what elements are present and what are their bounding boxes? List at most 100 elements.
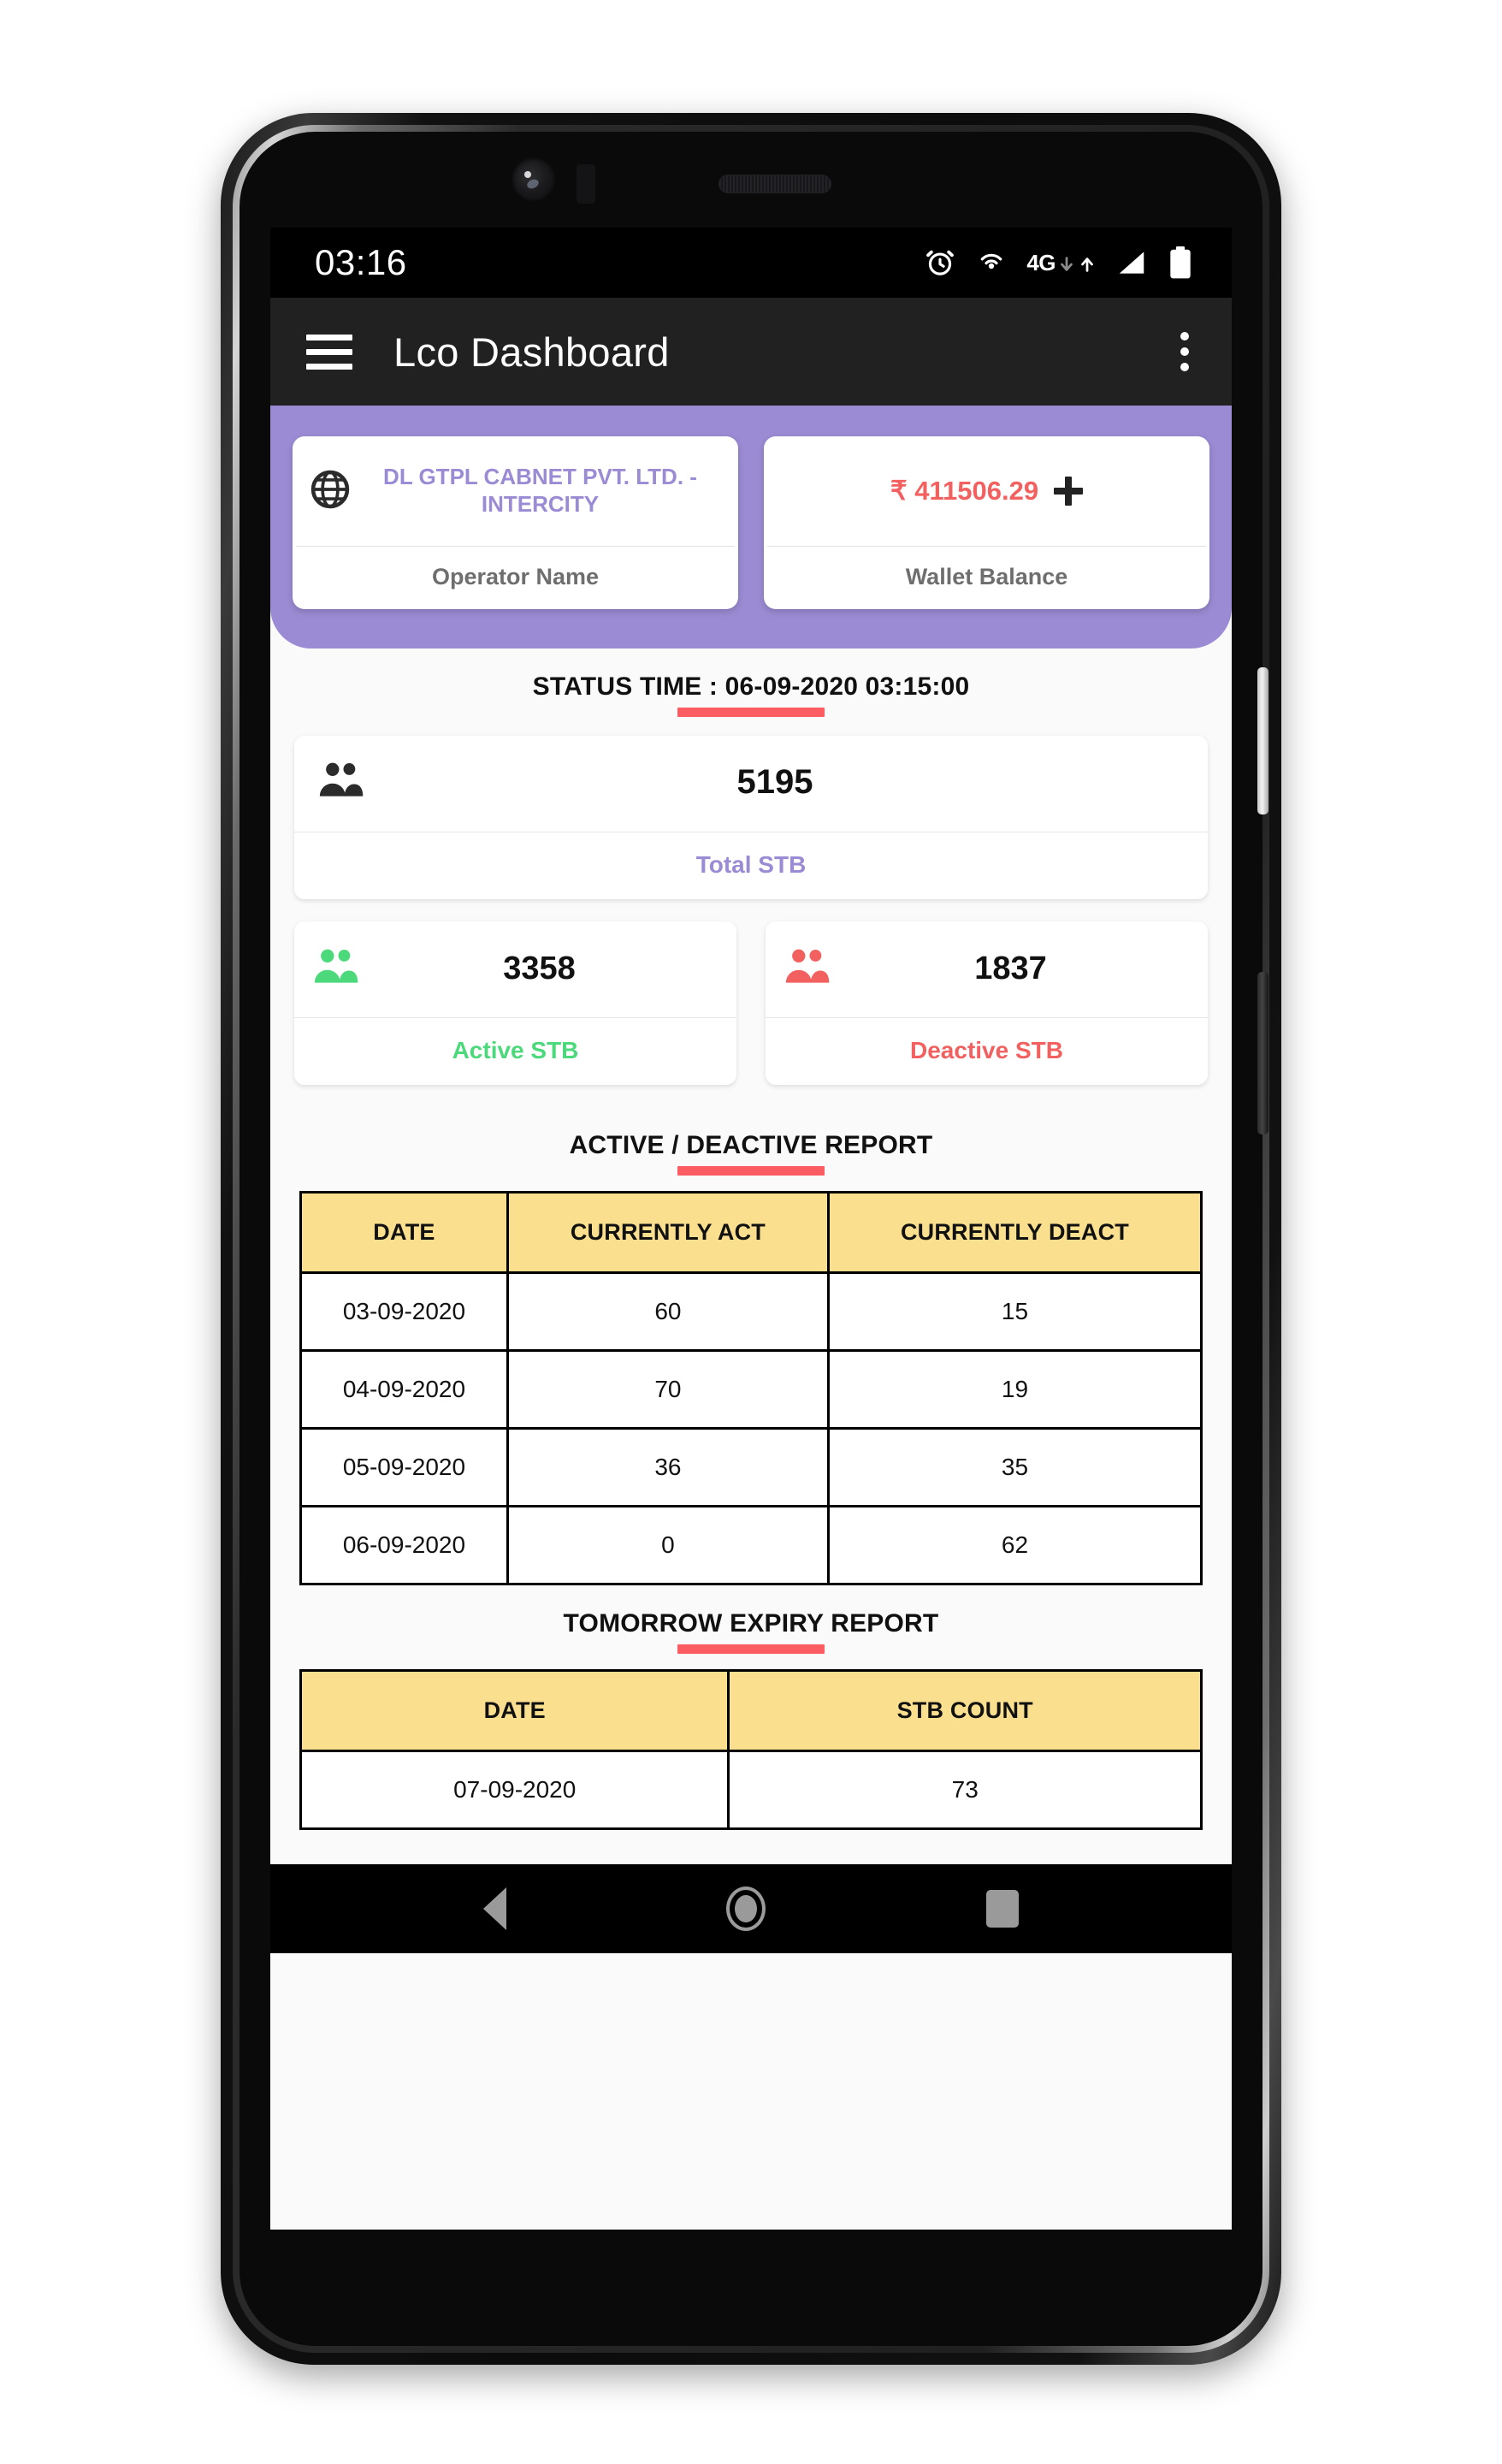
- stat-cards-row: 3358 Active STB 1837 Deactive STB: [294, 921, 1208, 1107]
- proximity-sensor-icon: [577, 164, 595, 204]
- recents-nav-icon[interactable]: [986, 1890, 1020, 1928]
- total-stb-value: 5195: [736, 762, 813, 801]
- screenshot-root: 03:16 4G Lco Dashboard DL GTPL CABNET PV…: [0, 0, 1502, 2464]
- hamburger-line: [306, 334, 352, 341]
- table-cell-act: 60: [506, 1271, 830, 1352]
- data-upload-icon: [1078, 255, 1097, 274]
- wallet-value-row: ₹ 411506.29: [779, 476, 1194, 506]
- table-cell-act: 0: [506, 1505, 830, 1585]
- camera-glint: [525, 177, 541, 191]
- people-icon: [313, 947, 361, 991]
- total-stb-card[interactable]: 5195 Total STB: [294, 736, 1208, 899]
- app-bar: Lco Dashboard: [270, 298, 1232, 406]
- active-stb-label: Active STB: [452, 1037, 579, 1063]
- column-header: STB COUNT: [727, 1669, 1203, 1752]
- tomorrow-expiry-report-heading: TOMORROW EXPIRY REPORT: [564, 1609, 939, 1654]
- tomorrow-expiry-report-title: TOMORROW EXPIRY REPORT: [563, 1609, 939, 1638]
- hotspot-icon: [975, 246, 1008, 279]
- network-4g-icon: 4G: [1026, 252, 1097, 274]
- table-row: 07-09-2020 73: [299, 1750, 1203, 1830]
- table-header-row: DATE STB COUNT: [299, 1669, 1203, 1752]
- network-type-label: 4G: [1026, 250, 1056, 275]
- dashboard-content: STATUS TIME : 06-09-2020 03:15:00 5195 T…: [270, 649, 1232, 1864]
- table-cell-deact: 15: [826, 1271, 1203, 1352]
- total-stb-top: 5195: [294, 736, 1208, 832]
- data-arrows-icon: [1057, 255, 1076, 274]
- android-navigation-bar: [270, 1864, 1232, 1953]
- kebab-dot: [1180, 332, 1189, 341]
- stat-cards: 5195 Total STB 3358 Active STB 1837 Deac…: [270, 717, 1232, 1107]
- table-cell-count: 73: [727, 1750, 1203, 1830]
- table-cell-act: 36: [506, 1427, 830, 1507]
- page-title: Lco Dashboard: [393, 329, 670, 375]
- plus-icon[interactable]: [1054, 477, 1084, 506]
- column-header: DATE: [299, 1191, 509, 1274]
- table-head: DATE CURRENTLY ACT CURRENTLY DEACT: [299, 1191, 1203, 1274]
- table-body: 03-09-2020 60 15 04-09-2020 70 19 05-09-…: [299, 1271, 1203, 1585]
- kebab-dot: [1180, 347, 1189, 356]
- operator-name-value: DL GTPL CABNET PVT. LTD. - INTERCITY: [383, 464, 697, 517]
- active-deactive-report-title: ACTIVE / DEACTIVE REPORT: [569, 1131, 933, 1159]
- kebab-dot: [1180, 363, 1189, 371]
- hamburger-line: [306, 348, 352, 355]
- camera-highlight: [524, 171, 531, 178]
- heading-underline: [677, 708, 825, 717]
- wallet-balance-label: Wallet Balance: [905, 564, 1068, 589]
- alarm-icon: [924, 246, 956, 279]
- table-row: 04-09-2020 70 19: [299, 1349, 1203, 1430]
- table-row: 06-09-2020 0 62: [299, 1505, 1203, 1585]
- battery-icon: [1167, 246, 1194, 279]
- table-head: DATE STB COUNT: [299, 1669, 1203, 1752]
- operator-card[interactable]: DL GTPL CABNET PVT. LTD. - INTERCITY Ope…: [293, 436, 738, 609]
- deactive-stb-top: 1837: [766, 921, 1208, 1017]
- power-button[interactable]: [1257, 972, 1268, 1134]
- phone-top-bezel: [239, 132, 1263, 228]
- phone-screen: 03:16 4G Lco Dashboard DL GTPL CABNET PV…: [270, 228, 1232, 2230]
- volume-button[interactable]: [1257, 667, 1268, 814]
- table-cell-deact: 62: [826, 1505, 1203, 1585]
- wallet-balance-value: ₹ 411506.29: [890, 476, 1039, 506]
- active-stb-value: 3358: [503, 950, 576, 986]
- signal-icon: [1115, 246, 1148, 279]
- tomorrow-expiry-table: DATE STB COUNT 07-09-2020 73: [299, 1669, 1203, 1830]
- column-header: CURRENTLY ACT: [506, 1191, 830, 1274]
- operator-name-label: Operator Name: [431, 564, 600, 589]
- kebab-menu-icon[interactable]: [1172, 323, 1197, 380]
- active-stb-top: 3358: [294, 921, 736, 1017]
- hamburger-line: [306, 363, 352, 370]
- table-cell-date: 05-09-2020: [299, 1427, 509, 1507]
- table-cell-deact: 35: [826, 1427, 1203, 1507]
- tomorrow-expiry-table-wrap: DATE STB COUNT 07-09-2020 73: [270, 1654, 1232, 1830]
- home-nav-icon[interactable]: [726, 1886, 766, 1931]
- table-row: 05-09-2020 36 35: [299, 1427, 1203, 1507]
- front-camera-icon: [512, 157, 556, 202]
- status-bar-clock: 03:16: [315, 242, 407, 282]
- table-cell-date: 04-09-2020: [299, 1349, 509, 1430]
- people-icon: [318, 761, 366, 804]
- table-cell-deact: 19: [826, 1349, 1203, 1430]
- wallet-card-top: ₹ 411506.29: [764, 436, 1209, 546]
- wallet-card[interactable]: ₹ 411506.29 Wallet Balance: [764, 436, 1209, 609]
- table-cell-date: 07-09-2020: [299, 1750, 730, 1830]
- active-deactive-title-wrap: ACTIVE / DEACTIVE REPORT: [270, 1107, 1232, 1176]
- operator-card-top: DL GTPL CABNET PVT. LTD. - INTERCITY: [293, 436, 738, 546]
- active-deactive-table-wrap: DATE CURRENTLY ACT CURRENTLY DEACT 03-09…: [270, 1176, 1232, 1585]
- back-nav-icon[interactable]: [482, 1887, 506, 1930]
- deactive-stb-card[interactable]: 1837 Deactive STB: [766, 921, 1208, 1085]
- active-deactive-table: DATE CURRENTLY ACT CURRENTLY DEACT 03-09…: [299, 1191, 1203, 1585]
- hamburger-menu-icon[interactable]: [306, 334, 352, 370]
- phone-device: 03:16 4G Lco Dashboard DL GTPL CABNET PV…: [221, 113, 1281, 2365]
- status-bar: 03:16 4G: [270, 228, 1232, 298]
- tomorrow-expiry-title-wrap: TOMORROW EXPIRY REPORT: [270, 1585, 1232, 1654]
- column-header: CURRENTLY DEACT: [826, 1191, 1203, 1274]
- table-cell-date: 03-09-2020: [299, 1271, 509, 1352]
- active-stb-card[interactable]: 3358 Active STB: [294, 921, 736, 1085]
- heading-underline: [677, 1644, 825, 1654]
- table-header-row: DATE CURRENTLY ACT CURRENTLY DEACT: [299, 1191, 1203, 1274]
- table-cell-date: 06-09-2020: [299, 1505, 509, 1585]
- column-header: DATE: [299, 1669, 730, 1752]
- people-icon: [784, 947, 832, 991]
- total-stb-label: Total STB: [695, 851, 807, 878]
- table-body: 07-09-2020 73: [299, 1750, 1203, 1830]
- earpiece-speaker: [718, 175, 831, 193]
